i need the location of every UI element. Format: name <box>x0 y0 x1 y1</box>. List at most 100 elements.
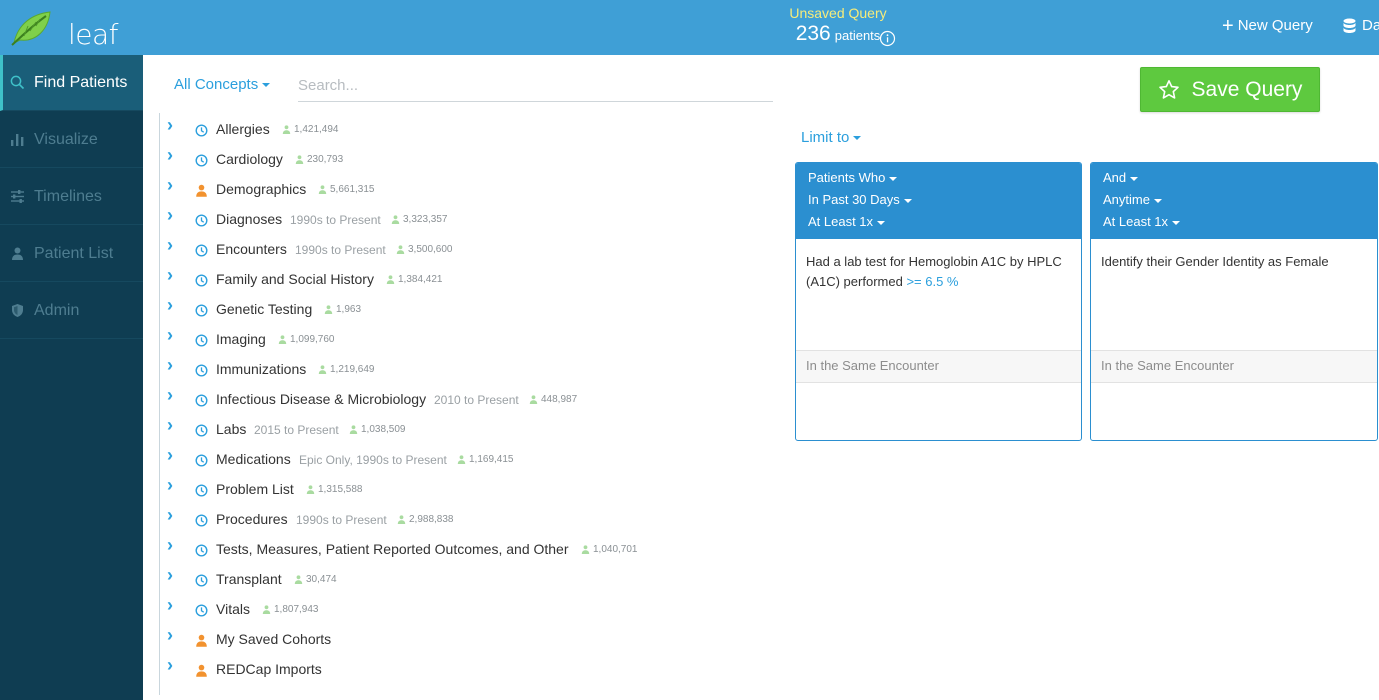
leaf-icon <box>11 11 51 46</box>
panel-date-dropdown[interactable]: In Past 30 Days <box>808 191 1081 213</box>
chevron-right-icon[interactable]: › <box>167 115 173 136</box>
concept-tree-row[interactable]: › Tests, Measures, Patient Reported Outco… <box>165 535 785 565</box>
chevron-right-icon[interactable]: › <box>167 415 173 436</box>
panel-concept-filter[interactable]: >= 6.5 % <box>906 274 958 289</box>
concept-patient-count: 1,807,943 <box>262 604 319 615</box>
concept-patient-count-value: 230,793 <box>307 154 344 165</box>
concept-tree-row[interactable]: › Labs 2015 to Present 1,038,509 <box>165 415 785 445</box>
concept-label: Vitals <box>216 601 250 617</box>
panel-same-encounter[interactable]: In the Same Encounter <box>1091 350 1377 383</box>
chevron-right-icon[interactable]: › <box>167 205 173 226</box>
concept-tree-row[interactable]: › Family and Social History 1,384,421 <box>165 265 785 295</box>
concept-label: Procedures <box>216 511 288 527</box>
patient-count-icon <box>457 455 466 464</box>
limit-to-dropdown[interactable]: Limit to <box>801 129 862 146</box>
panel-inclusion-dropdown[interactable]: And <box>1103 169 1377 191</box>
patient-count-icon <box>278 335 287 344</box>
concept-tree-row[interactable]: › Vitals 1,807,943 <box>165 595 785 625</box>
concept-label: Infectious Disease & Microbiology <box>216 391 427 407</box>
concept-date-range: 2010 to Present <box>434 393 519 407</box>
concept-tree-row[interactable]: › Immunizations 1,219,649 <box>165 355 785 385</box>
save-query-button[interactable]: Save Query <box>1140 67 1320 112</box>
chevron-right-icon[interactable]: › <box>167 265 173 286</box>
patient-count-icon <box>581 545 590 554</box>
chevron-right-icon[interactable]: › <box>167 385 173 406</box>
concept-patient-count: 1,384,421 <box>386 274 443 285</box>
sidebar-item-admin[interactable]: Admin <box>0 283 143 339</box>
query-panel-1: Patients Who In Past 30 Days At Least 1x… <box>795 162 1082 441</box>
chevron-right-icon[interactable]: › <box>167 655 173 676</box>
chevron-down-icon <box>262 83 271 88</box>
concept-tree-row[interactable]: › Procedures 1990s to Present 2,988,838 <box>165 505 785 535</box>
concept-patient-count-value: 5,661,315 <box>330 184 375 195</box>
concept-tree-row[interactable]: › Infectious Disease & Microbiology 2010 t… <box>165 385 785 415</box>
chevron-right-icon[interactable]: › <box>167 145 173 166</box>
patient-count-icon <box>282 125 291 134</box>
concept-label: Demographics <box>216 181 307 197</box>
concept-tree-row[interactable]: › Genetic Testing 1,963 <box>165 295 785 325</box>
concept-patient-count: 2,988,838 <box>397 514 454 525</box>
patient-count: 236 <box>795 22 831 45</box>
clock-icon <box>195 244 208 257</box>
concept-tree-row[interactable]: › Allergies 1,421,494 <box>165 115 785 145</box>
concept-patient-count: 1,169,415 <box>457 454 514 465</box>
sliders-icon <box>11 190 24 203</box>
info-icon[interactable] <box>879 30 896 47</box>
patient-count-icon <box>397 515 406 524</box>
panel-same-encounter[interactable]: In the Same Encounter <box>796 350 1081 383</box>
concept-tree-row[interactable]: › Diagnoses 1990s to Present 3,323,357 <box>165 205 785 235</box>
concept-patient-count: 30,474 <box>294 574 337 585</box>
all-concepts-dropdown[interactable]: All Concepts <box>174 76 271 93</box>
sidebar-item-timelines[interactable]: Timelines <box>0 169 143 225</box>
concept-patient-count-value: 30,474 <box>306 574 337 585</box>
tree-guide-line <box>159 113 160 695</box>
sidebar-item-label: Visualize <box>34 130 98 148</box>
all-concepts-label: All Concepts <box>174 76 259 93</box>
bar-chart-icon <box>11 134 24 146</box>
concept-tree-row[interactable]: › Imaging 1,099,760 <box>165 325 785 355</box>
concept-tree-row[interactable]: › Problem List 1,315,588 <box>165 475 785 505</box>
patient-count-unit: patients <box>834 28 881 43</box>
concept-tree-row[interactable]: › Cardiology 230,793 <box>165 145 785 175</box>
chevron-right-icon[interactable]: › <box>167 325 173 346</box>
panel-concept[interactable]: Identify their Gender Identity as Female <box>1091 239 1377 350</box>
patient-count-icon <box>324 305 333 314</box>
chevron-right-icon[interactable]: › <box>167 625 173 646</box>
patient-count-icon <box>294 575 303 584</box>
chevron-right-icon[interactable]: › <box>167 295 173 316</box>
save-query-label: Save Query <box>1191 77 1303 101</box>
chevron-right-icon[interactable]: › <box>167 355 173 376</box>
chevron-right-icon[interactable]: › <box>167 535 173 556</box>
chevron-right-icon[interactable]: › <box>167 505 173 526</box>
panel-date-dropdown[interactable]: Anytime <box>1103 191 1377 213</box>
concept-date-range: 1990s to Present <box>290 213 381 227</box>
chevron-down-icon <box>1153 198 1162 203</box>
panel-same-encounter-label: In the Same Encounter <box>806 358 939 373</box>
leaf-logo[interactable]: leaf <box>10 8 119 51</box>
chevron-right-icon[interactable]: › <box>167 595 173 616</box>
chevron-right-icon[interactable]: › <box>167 565 173 586</box>
concept-tree-row[interactable]: › My Saved Cohorts <box>165 625 785 655</box>
chevron-right-icon[interactable]: › <box>167 235 173 256</box>
panel-count-dropdown[interactable]: At Least 1x <box>808 213 1081 235</box>
chevron-right-icon[interactable]: › <box>167 475 173 496</box>
concept-patient-count-value: 3,500,600 <box>408 244 453 255</box>
database-button[interactable]: Da <box>1343 17 1379 34</box>
concept-label: Transplant <box>216 571 282 587</box>
chevron-right-icon[interactable]: › <box>167 445 173 466</box>
concept-search-input[interactable] <box>298 69 773 102</box>
sidebar-item-patient-list[interactable]: Patient List <box>0 226 143 282</box>
concept-tree-row[interactable]: › Demographics 5,661,315 <box>165 175 785 205</box>
concept-tree-row[interactable]: › Transplant 30,474 <box>165 565 785 595</box>
sidebar-item-find-patients[interactable]: Find Patients <box>0 55 143 111</box>
panel-concept[interactable]: Had a lab test for Hemoglobin A1C by HPL… <box>796 239 1081 350</box>
clock-icon <box>195 124 208 137</box>
concept-tree-row[interactable]: › REDCap Imports <box>165 655 785 685</box>
new-query-button[interactable]: + New Query <box>1222 16 1313 36</box>
sidebar-item-visualize[interactable]: Visualize <box>0 112 143 168</box>
concept-tree-row[interactable]: › Encounters 1990s to Present 3,500,600 <box>165 235 785 265</box>
concept-tree-row[interactable]: › Medications Epic Only, 1990s to Present 1… <box>165 445 785 475</box>
panel-count-dropdown[interactable]: At Least 1x <box>1103 213 1377 235</box>
panel-inclusion-dropdown[interactable]: Patients Who <box>808 169 1081 191</box>
chevron-right-icon[interactable]: › <box>167 175 173 196</box>
